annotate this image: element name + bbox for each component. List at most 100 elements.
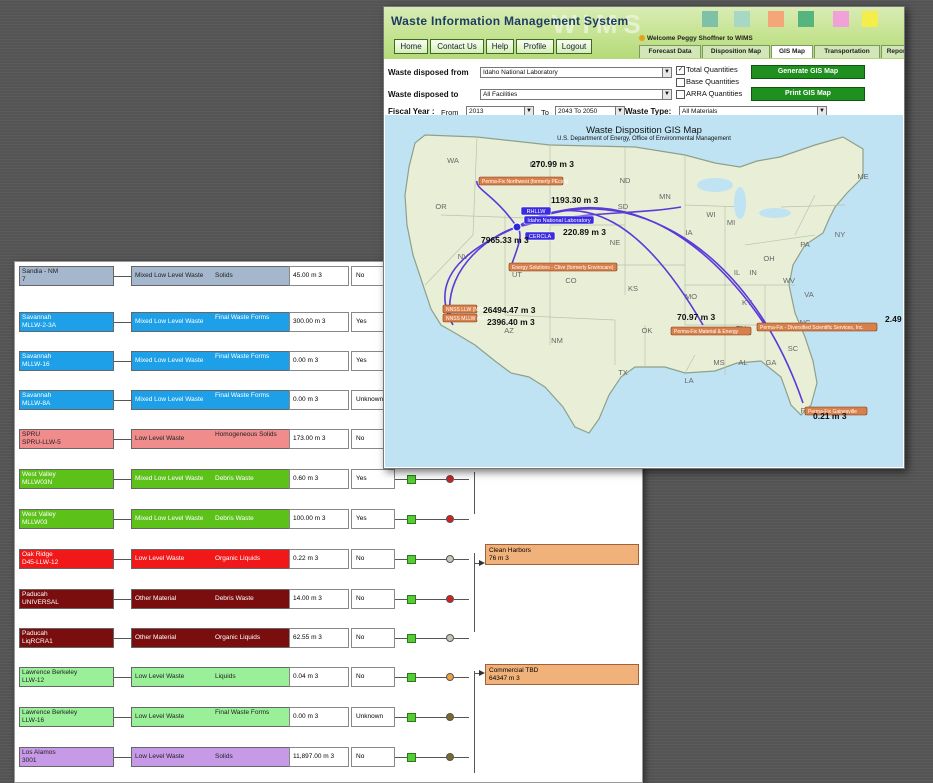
flow-row: West Valley MLLW03N Mixed Low Level Waste D… — [15, 469, 642, 491]
total-quantities-checkbox[interactable]: ✓ — [676, 66, 685, 75]
waste-type-box[interactable]: Mixed Low Level Waste Debris Waste — [131, 509, 292, 529]
origin-label-text: Idaho National Laboratory — [527, 218, 591, 224]
source-site-box[interactable]: SPRU SPRU-LLW-5 — [19, 429, 114, 449]
waste-form: Final Waste Forms — [215, 392, 270, 399]
source-site-box[interactable]: Sandia - NM 7 — [19, 266, 114, 286]
status-dot-icon[interactable] — [446, 515, 454, 523]
source-site-box[interactable]: Lawrence Berkeley LLW-12 — [19, 667, 114, 687]
state-label: IN — [749, 268, 757, 277]
tab-forecast-data[interactable]: Forecast Data — [639, 45, 701, 58]
nav-contact-button[interactable]: Contact Us — [430, 39, 484, 54]
waste-type-box[interactable]: Mixed Low Level Waste Final Waste Forms — [131, 351, 292, 371]
site-code: UNIVERSAL — [22, 599, 59, 606]
waste-type-box[interactable]: Other Material Debris Waste — [131, 589, 292, 609]
quantity-box: 0.00 m 3 — [289, 707, 349, 727]
waste-type-box[interactable]: Low Level Waste Liquids — [131, 667, 292, 687]
source-site-box[interactable]: Paducah UNIVERSAL — [19, 589, 114, 609]
waste-type-box[interactable]: Low Level Waste Final Waste Forms — [131, 707, 292, 727]
site-code: MLLW03 — [22, 519, 48, 526]
source-site-box[interactable]: West Valley MLLW03N — [19, 469, 114, 489]
source-site-box[interactable]: Paducah LiqRCRA1 — [19, 628, 114, 648]
destination-box[interactable]: Clean Harbors 76 m 3 — [485, 544, 639, 565]
site-code: MLLW03N — [22, 479, 53, 486]
site-code: LiqRCRA1 — [22, 638, 53, 645]
status-dot-icon[interactable] — [446, 595, 454, 603]
connector-line — [415, 519, 448, 520]
destination-quantity: 76 m 3 — [489, 555, 509, 562]
to-select[interactable]: All Facilities ▼ — [480, 89, 672, 100]
nav-help-button[interactable]: Help — [486, 39, 514, 54]
known-status-box: Yes — [351, 509, 395, 529]
source-site-box[interactable]: Savannah MLLW-2-3A — [19, 312, 114, 332]
source-site-box[interactable]: Oak Ridge D45-LLW-12 — [19, 549, 114, 569]
connector-line — [114, 757, 131, 758]
waste-type-box[interactable]: Low Level Waste Organic Liquids — [131, 549, 292, 569]
generate-gis-map-button[interactable]: Generate GIS Map — [751, 65, 865, 79]
site-name: Savannah — [22, 314, 52, 321]
waste-type-value: All Materials — [682, 108, 718, 115]
print-gis-map-button[interactable]: Print GIS Map — [751, 87, 865, 101]
facility-label-text: Perma-Fix - Diversified Scientific Servi… — [760, 325, 864, 331]
status-dot-icon[interactable] — [446, 713, 454, 721]
connector-line — [415, 677, 448, 678]
nav-home-button[interactable]: Home — [394, 39, 428, 54]
total-quantities-label: Total Quantities — [686, 65, 738, 74]
source-site-box[interactable]: Savannah MLLW-16 — [19, 351, 114, 371]
status-dot-icon[interactable] — [446, 555, 454, 563]
waste-category: Mixed Low Level Waste — [135, 475, 204, 482]
quantity-label: 2.49 m 3 — [885, 314, 903, 324]
state-label: OK — [642, 326, 653, 335]
site-code: MLLW-16 — [22, 361, 50, 368]
connector-line — [454, 479, 469, 480]
site-name: Los Alamos — [22, 749, 56, 756]
waste-form: Debris Waste — [215, 515, 254, 522]
arra-quantities-checkbox[interactable] — [676, 90, 685, 99]
waste-type-box[interactable]: Mixed Low Level Waste Final Waste Forms — [131, 390, 292, 410]
destination-box[interactable]: Commercial TBD 64347 m 3 — [485, 664, 639, 685]
state-label: OH — [763, 254, 774, 263]
source-site-box[interactable]: Lawrence Berkeley LLW-16 — [19, 707, 114, 727]
gis-map[interactable]: WA OR NV MT ND SD MN WI MI NY ME PA OH IN IL IA NE UT CO KS… — [385, 115, 904, 467]
quantity-label: 220.89 m 3 — [563, 227, 606, 237]
source-site-box[interactable]: Savannah MLLW-8A — [19, 390, 114, 410]
connector-line — [454, 638, 469, 639]
tab-transportation[interactable]: Transportation — [814, 45, 880, 58]
connector-line — [114, 677, 131, 678]
state-label: SC — [788, 344, 799, 353]
merge-bar — [474, 671, 475, 773]
site-name: Paducah — [22, 630, 48, 637]
waste-type-box[interactable]: Low Level Waste Solids — [131, 747, 292, 767]
tab-disposition-map[interactable]: Disposition Map — [702, 45, 770, 58]
connector-line — [415, 599, 448, 600]
connector-line — [454, 757, 469, 758]
site-name: Savannah — [22, 353, 52, 360]
tab-reports[interactable]: Reports — [881, 45, 904, 58]
fiscal-to-value: 2043 To 2050 — [558, 108, 598, 115]
waste-type-box[interactable]: Mixed Low Level Waste Final Waste Forms — [131, 312, 292, 332]
connector-line — [114, 276, 131, 277]
site-code: LLW-16 — [22, 717, 45, 724]
source-site-box[interactable]: West Valley MLLW03 — [19, 509, 114, 529]
waste-type-box[interactable]: Low Level Waste Homogeneous Solids — [131, 429, 292, 449]
status-dot-icon[interactable] — [446, 475, 454, 483]
nav-logout-button[interactable]: Logout — [556, 39, 592, 54]
waste-type-box[interactable]: Other Material Organic Liquids — [131, 628, 292, 648]
flow-row: Los Alamos 3001 Low Level Waste Solids 11,89… — [15, 747, 642, 769]
arra-quantities-label: ARRA Quantities — [686, 89, 743, 98]
nav-profile-button[interactable]: Profile — [516, 39, 554, 54]
waste-form: Final Waste Forms — [215, 353, 270, 360]
tab-gis-map[interactable]: GIS Map — [771, 45, 813, 58]
quantity-box: 0.60 m 3 — [289, 469, 349, 489]
waste-type-box[interactable]: Mixed Low Level Waste Debris Waste — [131, 469, 292, 489]
origin-site-marker[interactable] — [512, 222, 522, 232]
known-status-box: No — [351, 589, 395, 609]
source-site-box[interactable]: Los Alamos 3001 — [19, 747, 114, 767]
from-select[interactable]: Idaho National Laboratory ▼ — [480, 67, 672, 78]
base-quantities-checkbox[interactable] — [676, 78, 685, 87]
facility-label-text: NNSS LLW (NTS) — [446, 307, 486, 313]
state-label: MS — [713, 358, 724, 367]
status-dot-icon[interactable] — [446, 753, 454, 761]
status-dot-icon[interactable] — [446, 634, 454, 642]
status-dot-icon[interactable] — [446, 673, 454, 681]
waste-type-box[interactable]: Mixed Low Level Waste Solids — [131, 266, 292, 286]
